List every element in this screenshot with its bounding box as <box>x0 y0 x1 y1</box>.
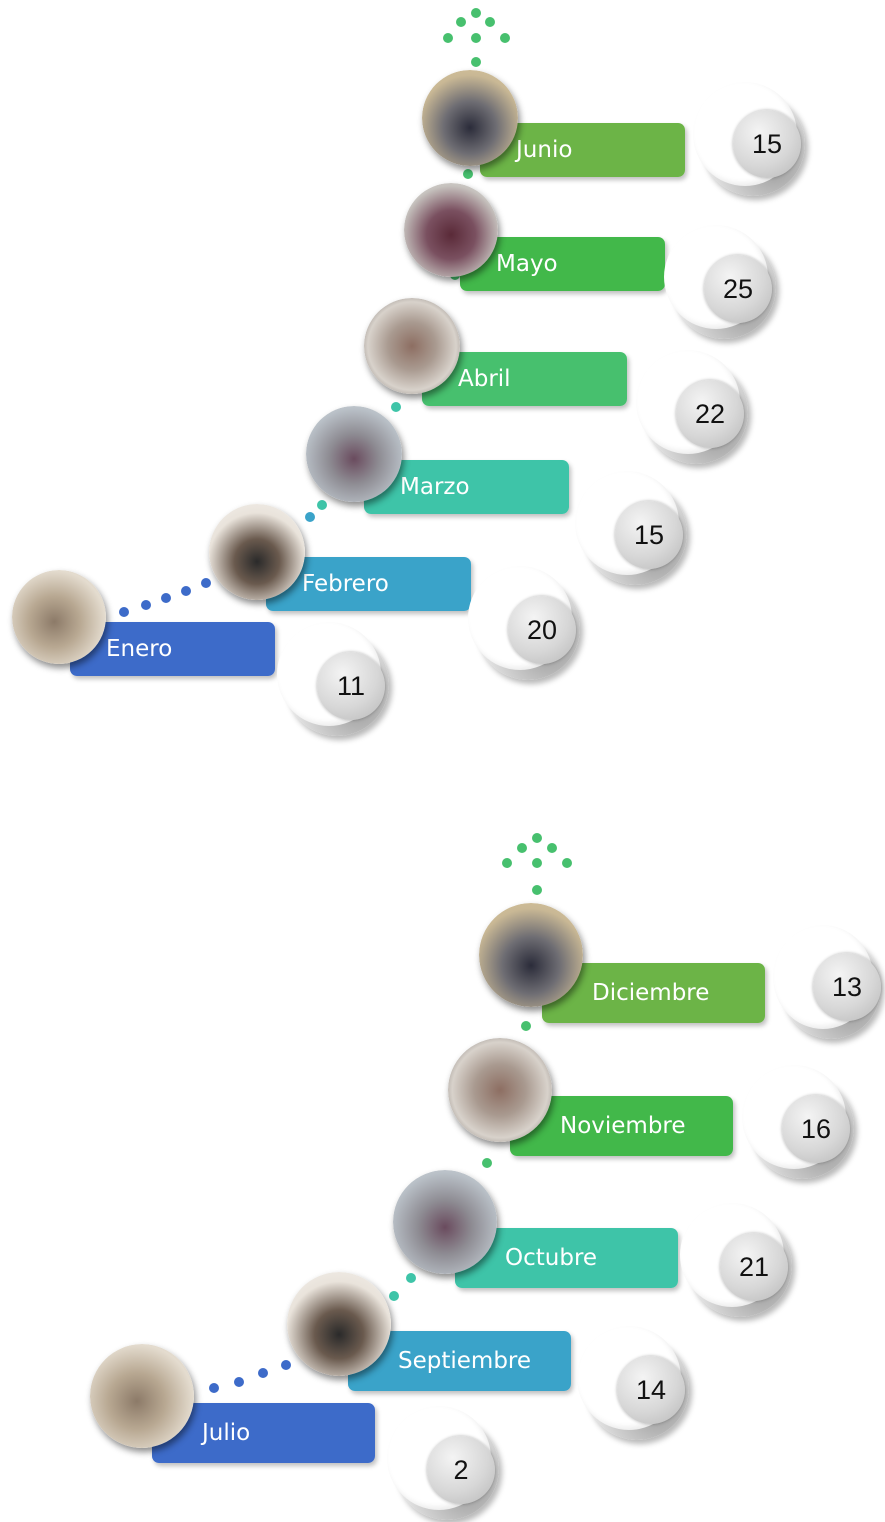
connector-dot <box>485 17 495 27</box>
connector-dot <box>234 1377 244 1387</box>
connector-dot <box>562 858 572 868</box>
connector-dot <box>181 586 191 596</box>
event-photo <box>209 504 305 600</box>
count-value: 15 <box>733 110 801 178</box>
connector-dot <box>161 593 171 603</box>
event-photo <box>306 406 402 502</box>
count-value: 14 <box>617 1356 685 1424</box>
connector-dot <box>119 607 129 617</box>
connector-dot <box>482 1158 492 1168</box>
connector-dot <box>521 1021 531 1031</box>
event-photo <box>479 903 583 1007</box>
count-value: 13 <box>813 953 881 1021</box>
connector-dot <box>389 1291 399 1301</box>
connector-dot <box>317 500 327 510</box>
connector-dot <box>305 512 315 522</box>
connector-dot <box>141 600 151 610</box>
count-badge-septiembre: 14 <box>577 1326 689 1442</box>
event-photo <box>287 1272 391 1376</box>
connector-dot <box>547 843 557 853</box>
connector-dot <box>471 57 481 67</box>
count-badge-noviembre: 16 <box>742 1065 854 1181</box>
count-badge-febrero: 20 <box>468 566 580 682</box>
count-badge-junio: 15 <box>693 82 805 198</box>
connector-dot <box>502 858 512 868</box>
event-photo <box>404 183 498 277</box>
count-value: 16 <box>782 1095 850 1163</box>
connector-dot <box>471 8 481 18</box>
connector-dot <box>456 17 466 27</box>
count-badge-marzo: 15 <box>575 471 687 587</box>
event-photo <box>393 1170 497 1274</box>
connector-dot <box>532 885 542 895</box>
count-value: 21 <box>720 1233 788 1301</box>
connector-dot <box>471 33 481 43</box>
connector-dot <box>209 1383 219 1393</box>
connector-dot <box>406 1273 416 1283</box>
count-badge-diciembre: 13 <box>773 925 885 1041</box>
count-badge-mayo: 25 <box>664 225 776 341</box>
event-photo <box>448 1038 552 1142</box>
connector-dot <box>500 33 510 43</box>
count-badge-enero: 11 <box>277 622 389 738</box>
connector-dot <box>201 578 211 588</box>
connector-dot <box>258 1368 268 1378</box>
connector-dot <box>281 1360 291 1370</box>
count-value: 22 <box>676 380 744 448</box>
event-photo <box>364 298 460 394</box>
count-value: 11 <box>317 652 385 720</box>
count-value: 2 <box>427 1436 495 1504</box>
event-photo <box>90 1344 194 1448</box>
event-photo <box>12 570 106 664</box>
connector-dot <box>532 858 542 868</box>
count-value: 15 <box>615 501 683 569</box>
count-badge-julio: 2 <box>387 1406 499 1522</box>
connector-dot <box>517 843 527 853</box>
event-photo <box>422 70 518 166</box>
connector-dot <box>391 402 401 412</box>
count-value: 20 <box>508 596 576 664</box>
count-value: 25 <box>704 255 772 323</box>
connector-dot <box>532 833 542 843</box>
count-badge-abril: 22 <box>636 350 748 466</box>
connector-dot <box>463 169 473 179</box>
count-badge-octubre: 21 <box>680 1203 792 1319</box>
connector-dot <box>443 33 453 43</box>
